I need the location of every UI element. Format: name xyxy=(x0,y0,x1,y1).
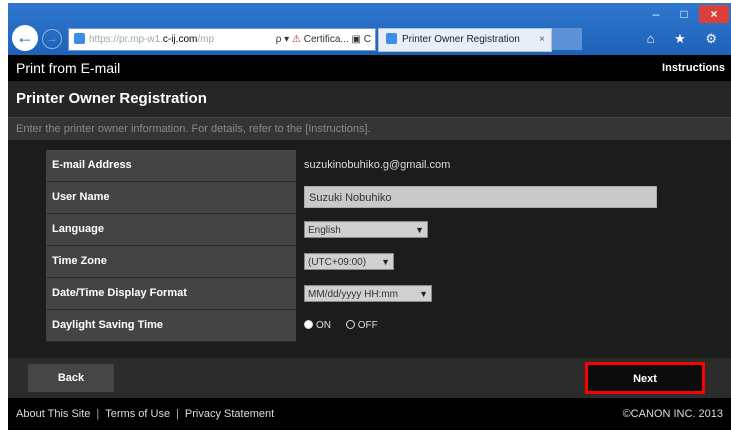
ie-page-icon xyxy=(74,33,85,44)
language-select[interactable]: English ▼ xyxy=(304,221,428,238)
url-prefix: https://pr.mp-w1. xyxy=(89,34,163,45)
certificate-label[interactable]: Certifica... xyxy=(304,34,349,45)
language-row: Language English ▼ xyxy=(46,214,698,246)
url-suffix: /mp xyxy=(197,34,215,45)
refresh-icon[interactable]: C xyxy=(364,34,371,45)
dst-off-label[interactable]: OFF xyxy=(358,320,378,331)
close-window-button[interactable]: × xyxy=(699,5,729,23)
dst-off-radio[interactable] xyxy=(345,320,355,329)
footer-separator: | xyxy=(96,408,100,420)
minimize-button[interactable]: – xyxy=(643,5,669,23)
time-zone-label: Time Zone xyxy=(46,246,296,278)
terms-link[interactable]: Terms of Use xyxy=(105,408,170,420)
footer-separator: | xyxy=(176,408,179,420)
email-row: E-mail Address suzukinobuhiko.g@gmail.co… xyxy=(46,150,698,182)
button-bar: Back Next xyxy=(8,358,731,398)
user-name-label-text: User Name xyxy=(52,191,110,203)
user-name-label: User Name xyxy=(46,182,296,214)
chevron-down-icon: ▼ xyxy=(419,289,428,299)
language-selected: English xyxy=(308,225,341,236)
chevron-down-icon: ▼ xyxy=(415,225,424,235)
maximize-button[interactable]: □ xyxy=(671,5,697,23)
date-format-label-text: Date/Time Display Format xyxy=(52,287,187,299)
new-tab-button[interactable] xyxy=(552,28,582,50)
back-arrow-icon[interactable]: ← xyxy=(12,25,38,51)
forward-arrow-icon[interactable]: → xyxy=(42,29,62,49)
about-link[interactable]: About This Site xyxy=(16,408,90,420)
dst-label: Daylight Saving Time xyxy=(46,310,296,342)
dst-row: Daylight Saving Time ON OFF xyxy=(46,310,698,342)
url-domain: c-ij.com xyxy=(162,34,198,45)
tab-close-icon[interactable]: × xyxy=(539,29,545,51)
page-hint: Enter the printer owner information. For… xyxy=(8,117,731,140)
search-icon[interactable]: ρ ▾ xyxy=(276,34,290,45)
next-button[interactable]: Next xyxy=(585,362,705,394)
user-name-input[interactable]: Suzuki Nobuhiko xyxy=(304,186,657,208)
lock-icon[interactable]: ▣ xyxy=(352,34,361,45)
chevron-down-icon: ▼ xyxy=(381,257,390,267)
date-format-row: Date/Time Display Format MM/dd/yyyy HH:m… xyxy=(46,278,698,310)
web-page: Print from E-mail Instructions Printer O… xyxy=(8,55,731,430)
time-zone-label-text: Time Zone xyxy=(52,255,107,267)
language-label-text: Language xyxy=(52,223,104,235)
user-name-row: User Name Suzuki Nobuhiko xyxy=(46,182,698,214)
footer-links: About This Site | Terms of Use | Privacy Sta… xyxy=(16,398,274,430)
certificate-icon[interactable]: ⚠ xyxy=(292,34,301,45)
browser-toolbar-icons[interactable]: ⌂ ★ ⚙ xyxy=(647,31,725,47)
privacy-link[interactable]: Privacy Statement xyxy=(185,408,274,420)
dst-radio-group: ON OFF xyxy=(304,310,390,341)
tab-page-icon xyxy=(386,33,397,44)
language-label: Language xyxy=(46,214,296,246)
dst-on-radio[interactable] xyxy=(304,320,313,329)
dst-on-label[interactable]: ON xyxy=(316,320,331,331)
dst-label-text: Daylight Saving Time xyxy=(52,319,164,331)
address-bar[interactable]: https://pr.mp-w1.c-ij.com/mp ρ ▾ ⚠ Certi… xyxy=(68,28,376,51)
instructions-link[interactable]: Instructions xyxy=(662,55,725,81)
registration-form: E-mail Address suzukinobuhiko.g@gmail.co… xyxy=(46,150,698,342)
email-label-text: E-mail Address xyxy=(52,159,132,171)
time-zone-selected: (UTC+09:00) xyxy=(308,257,367,268)
email-label: E-mail Address xyxy=(46,150,296,182)
date-format-select[interactable]: MM/dd/yyyy HH:mm ▼ xyxy=(304,285,432,302)
site-footer: About This Site | Terms of Use | Privacy Sta… xyxy=(8,398,731,430)
email-value: suzukinobuhiko.g@gmail.com xyxy=(304,159,451,171)
browser-tab[interactable]: Printer Owner Registration × xyxy=(378,28,552,52)
tab-title: Printer Owner Registration xyxy=(402,34,520,45)
page-hint-text: Enter the printer owner information. For… xyxy=(16,123,371,135)
date-format-selected: MM/dd/yyyy HH:mm xyxy=(308,289,398,300)
time-zone-select[interactable]: (UTC+09:00) ▼ xyxy=(304,253,394,270)
browser-window: – □ × ← → https://pr.mp-w1.c-ij.com/mp ρ… xyxy=(8,3,731,430)
date-format-label: Date/Time Display Format xyxy=(46,278,296,310)
copyright: ©CANON INC. 2013 xyxy=(622,408,723,420)
back-button[interactable]: Back xyxy=(28,364,114,392)
site-title: Print from E-mail xyxy=(16,60,121,76)
address-tools: ρ ▾ ⚠ Certifica... ▣ C xyxy=(271,29,375,50)
browser-chrome: – □ × ← → https://pr.mp-w1.c-ij.com/mp ρ… xyxy=(8,3,731,55)
page-title: Printer Owner Registration xyxy=(8,81,731,117)
page-title-text: Printer Owner Registration xyxy=(16,90,207,107)
site-header: Print from E-mail Instructions xyxy=(8,55,731,81)
time-zone-row: Time Zone (UTC+09:00) ▼ xyxy=(46,246,698,278)
